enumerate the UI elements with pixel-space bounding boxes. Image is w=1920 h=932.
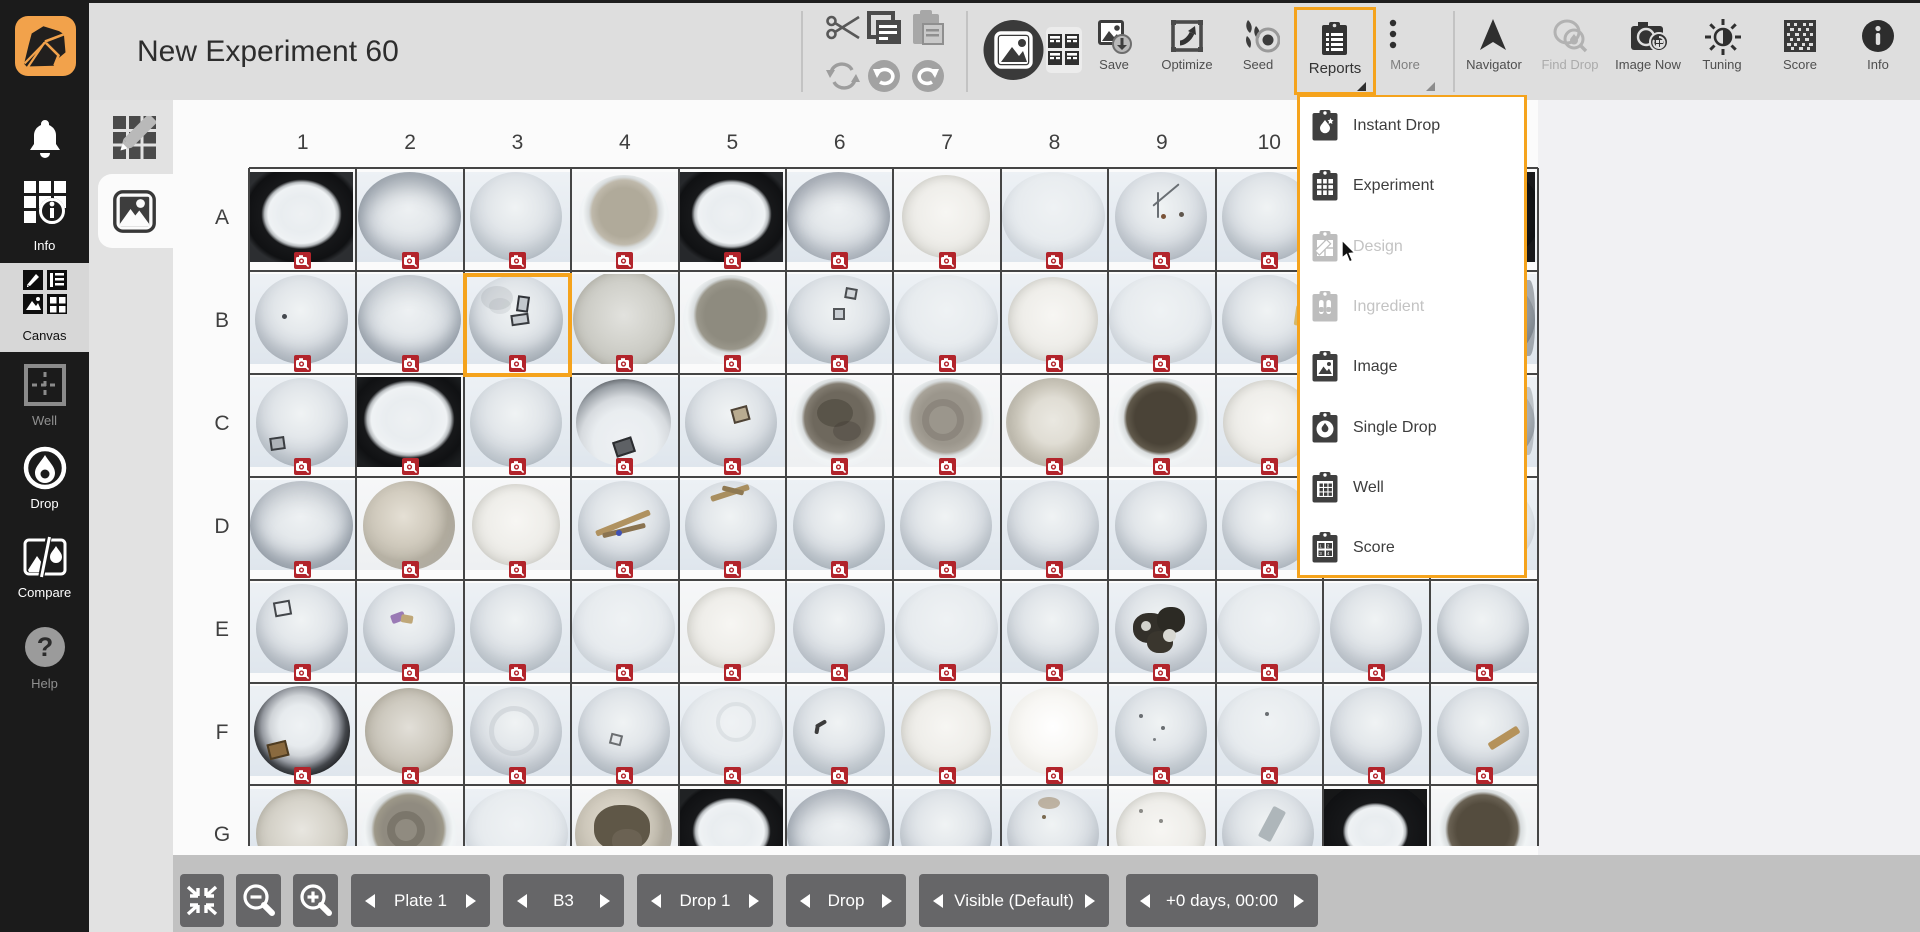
svg-text:4: 4 [1327,551,1330,556]
svg-text:2: 2 [1327,543,1330,548]
svg-text:3: 3 [1319,551,1322,556]
svg-text:?: ? [37,632,54,662]
svg-text:1: 1 [1319,543,1322,548]
